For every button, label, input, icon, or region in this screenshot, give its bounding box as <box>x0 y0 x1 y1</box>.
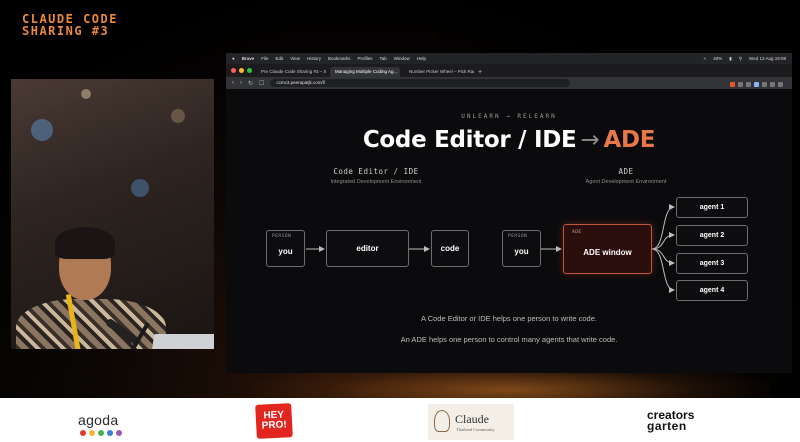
editor-box: editor <box>326 230 409 267</box>
stage-background: CLAUDE CODE SHARING #3 ● Brave File Edit… <box>0 0 800 398</box>
bookmark-icon[interactable]: ☐ <box>259 80 264 87</box>
agoda-logo: agoda <box>78 412 119 428</box>
search-icon[interactable]: ⚲ <box>739 56 742 62</box>
menu-item-file[interactable]: File <box>261 56 268 61</box>
heypro-logo: HEY PRO! <box>255 403 293 439</box>
arrow-ade-agent2 <box>651 232 675 250</box>
speaker-hair <box>55 227 115 259</box>
speaker-shirt <box>16 299 166 349</box>
wifi-icon[interactable]: ≈ <box>704 56 706 61</box>
projected-screen: ● Brave File Edit View History Bookmarks… <box>226 53 792 373</box>
ade-tag: ADE <box>572 230 582 235</box>
claude-mark-icon <box>434 410 450 432</box>
browser-toolbar: ‹ › ↻ ☐ ccmc3.peerapatjk.com/ll <box>226 77 792 89</box>
browser-tab-bar: Pre Claude Code Sharing #3 – Sli… Managi… <box>226 64 792 77</box>
creators-garten-logo: creators garten <box>647 409 694 433</box>
editor-label: editor <box>356 244 379 253</box>
menu-app-name[interactable]: Brave <box>242 56 255 61</box>
extension-icon[interactable] <box>762 82 767 87</box>
agent-label: agent 1 <box>699 204 725 211</box>
extension-icon[interactable] <box>730 82 735 87</box>
agoda-dot <box>116 430 122 436</box>
agent-label: agent 4 <box>699 287 725 294</box>
person-label: you <box>278 247 293 256</box>
claude-logo-text: Claude <box>455 412 489 426</box>
claude-logo-subtext: Thailand Community <box>456 427 495 432</box>
extension-icon[interactable] <box>754 82 759 87</box>
person-tag: PERSON <box>508 234 528 239</box>
presentation-slide: UNLEARN → RELEARN Code Editor / IDE → ADE … <box>226 89 792 373</box>
apple-icon[interactable]: ● <box>232 56 235 61</box>
agent-box: agent 4 <box>676 280 748 301</box>
laptop <box>147 334 214 349</box>
person-box-right: PERSON you <box>502 230 541 267</box>
agoda-dot <box>98 430 104 436</box>
person-box-left: PERSON you <box>266 230 305 267</box>
window-controls <box>231 68 252 73</box>
zoom-window-button[interactable] <box>247 68 252 73</box>
agent-box: agent 3 <box>676 253 748 274</box>
close-window-button[interactable] <box>231 68 236 73</box>
battery-icon[interactable]: ▮ <box>729 56 731 62</box>
agent-box: agent 2 <box>676 225 748 246</box>
menu-item-window[interactable]: Window <box>394 56 410 61</box>
reload-button[interactable]: ↻ <box>248 80 253 87</box>
agoda-dot <box>107 430 113 436</box>
menu-item-profiles[interactable]: Profiles <box>357 56 372 61</box>
browser-tab-active[interactable]: Managing Multiple Coding Ag… <box>330 67 400 77</box>
arrow-ade-agent3 <box>651 248 675 266</box>
ade-window-label: ADE window <box>583 247 632 257</box>
extension-icon[interactable] <box>738 82 743 87</box>
ade-window-box: ADE ADE window <box>563 224 652 274</box>
agoda-dot <box>89 430 95 436</box>
menu-item-view[interactable]: View <box>290 56 300 61</box>
agent-box: agent 1 <box>676 197 748 218</box>
battery-percent[interactable]: 40% <box>713 56 722 61</box>
browser-tab[interactable]: Pre Claude Code Sharing #3 – Sli… <box>256 67 326 77</box>
agoda-dots <box>80 430 122 436</box>
person-label: you <box>514 247 529 256</box>
mac-menu-bar: ● Brave File Edit View History Bookmarks… <box>226 53 792 64</box>
minimize-window-button[interactable] <box>239 68 244 73</box>
menu-item-tab[interactable]: Tab <box>380 56 387 61</box>
caption-ade: An ADE helps one person to control many … <box>400 335 618 344</box>
agoda-dot <box>80 430 86 436</box>
code-label: code <box>440 244 460 253</box>
menu-clock[interactable]: Wed 13 Aug 19:08 <box>749 56 786 61</box>
address-bar[interactable]: ccmc3.peerapatjk.com/ll <box>270 79 571 87</box>
menu-icon[interactable] <box>778 82 783 87</box>
new-tab-button[interactable]: + <box>478 69 482 77</box>
extension-icon[interactable] <box>770 82 775 87</box>
forward-button[interactable]: › <box>240 80 242 86</box>
browser-tab[interactable]: Number Picker Wheel – Pick Rand… <box>404 67 474 77</box>
agent-label: agent 2 <box>699 232 725 239</box>
person-tag: PERSON <box>272 234 292 239</box>
agent-label: agent 3 <box>699 260 725 267</box>
garten-text: garten <box>647 419 687 433</box>
menu-item-history[interactable]: History <box>307 56 321 61</box>
menu-item-help[interactable]: Help <box>417 56 426 61</box>
speaker-camera-feed <box>11 79 214 349</box>
menu-item-bookmarks[interactable]: Bookmarks <box>328 56 351 61</box>
back-button[interactable]: ‹ <box>232 80 234 86</box>
code-box: code <box>431 230 469 267</box>
extension-icon[interactable] <box>746 82 751 87</box>
event-title: CLAUDE CODE SHARING #3 <box>22 12 118 38</box>
caption-ide: A Code Editor or IDE helps one person to… <box>421 314 597 323</box>
menu-item-edit[interactable]: Edit <box>276 56 284 61</box>
